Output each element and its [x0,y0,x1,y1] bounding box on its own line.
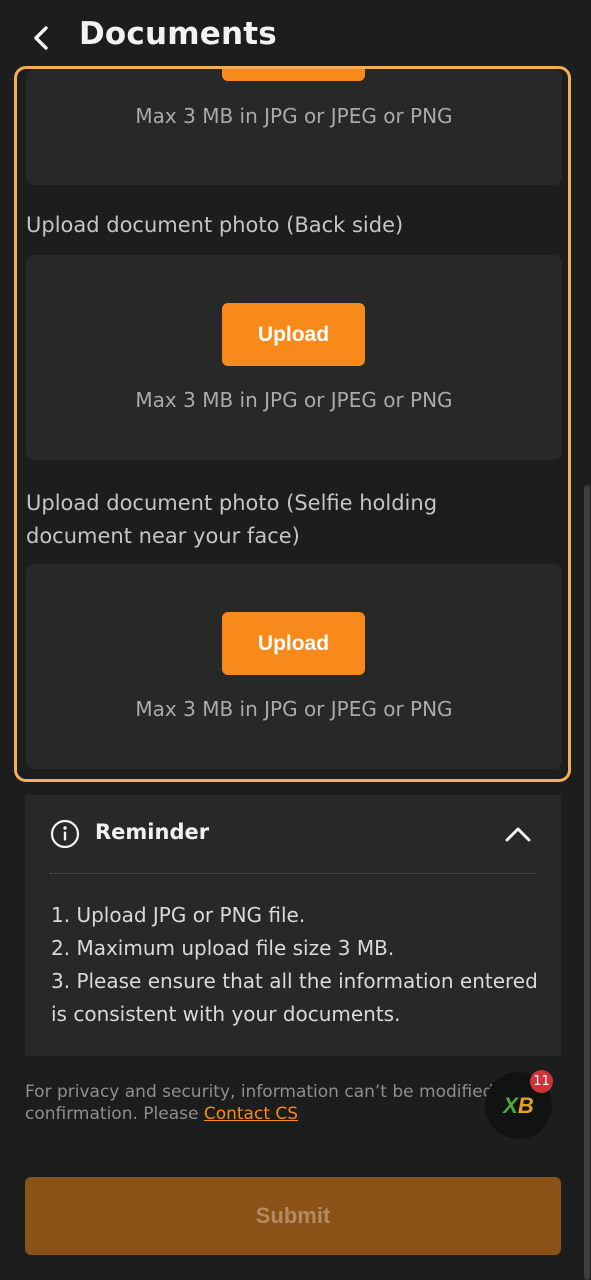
chat-badge: 11 [530,1070,553,1093]
info-icon [50,819,80,849]
header: Documents [0,0,591,76]
reminder-title: Reminder [95,820,210,844]
reminder-item: 1. Upload JPG or PNG file. [51,903,306,927]
upload-hint-selfie: Max 3 MB in JPG or JPEG or PNG [135,697,453,721]
upload-label-selfie: Upload document photo (Selfie holding do… [26,491,438,548]
upload-button-front[interactable] [222,69,365,81]
contact-cs-link[interactable]: Contact CS [204,1104,298,1124]
upload-card-selfie: Upload Max 3 MB in JPG or JPEG or PNG [26,564,562,769]
reminder-panel: Reminder 1. Upload JPG or PNG file. 2. M… [25,795,561,1056]
upload-button-back[interactable]: Upload [222,303,365,366]
submit-button[interactable]: Submit [25,1177,561,1255]
chevron-up-icon [505,827,531,842]
reminder-toggle[interactable]: Reminder [25,795,561,873]
scrollbar-thumb[interactable] [584,485,590,1280]
reminder-item: 3. Please ensure that all the informatio… [51,969,538,1026]
upload-hint-back: Max 3 MB in JPG or JPEG or PNG [135,388,453,412]
reminder-divider [50,873,536,874]
chevron-left-icon [34,26,48,50]
upload-section: Max 3 MB in JPG or JPEG or PNG Upload do… [14,66,571,782]
reminder-list: 1. Upload JPG or PNG file. 2. Maximum up… [51,899,551,1031]
upload-button-selfie[interactable]: Upload [222,612,365,675]
chat-logo-b: B [517,1092,534,1118]
upload-card-front: Max 3 MB in JPG or JPEG or PNG [26,69,562,185]
upload-card-back: Upload Max 3 MB in JPG or JPEG or PNG [26,255,562,460]
back-button[interactable] [24,20,58,56]
privacy-notice: For privacy and security, information ca… [25,1081,555,1125]
page-title: Documents [79,16,277,52]
upload-label-back: Upload document photo (Back side) [26,213,404,237]
reminder-item: 2. Maximum upload file size 3 MB. [51,936,395,960]
documents-page: Documents Max 3 MB in JPG or JPEG or PNG… [0,0,591,1280]
chat-logo-x: X [503,1092,518,1118]
upload-hint-front: Max 3 MB in JPG or JPEG or PNG [135,104,453,128]
